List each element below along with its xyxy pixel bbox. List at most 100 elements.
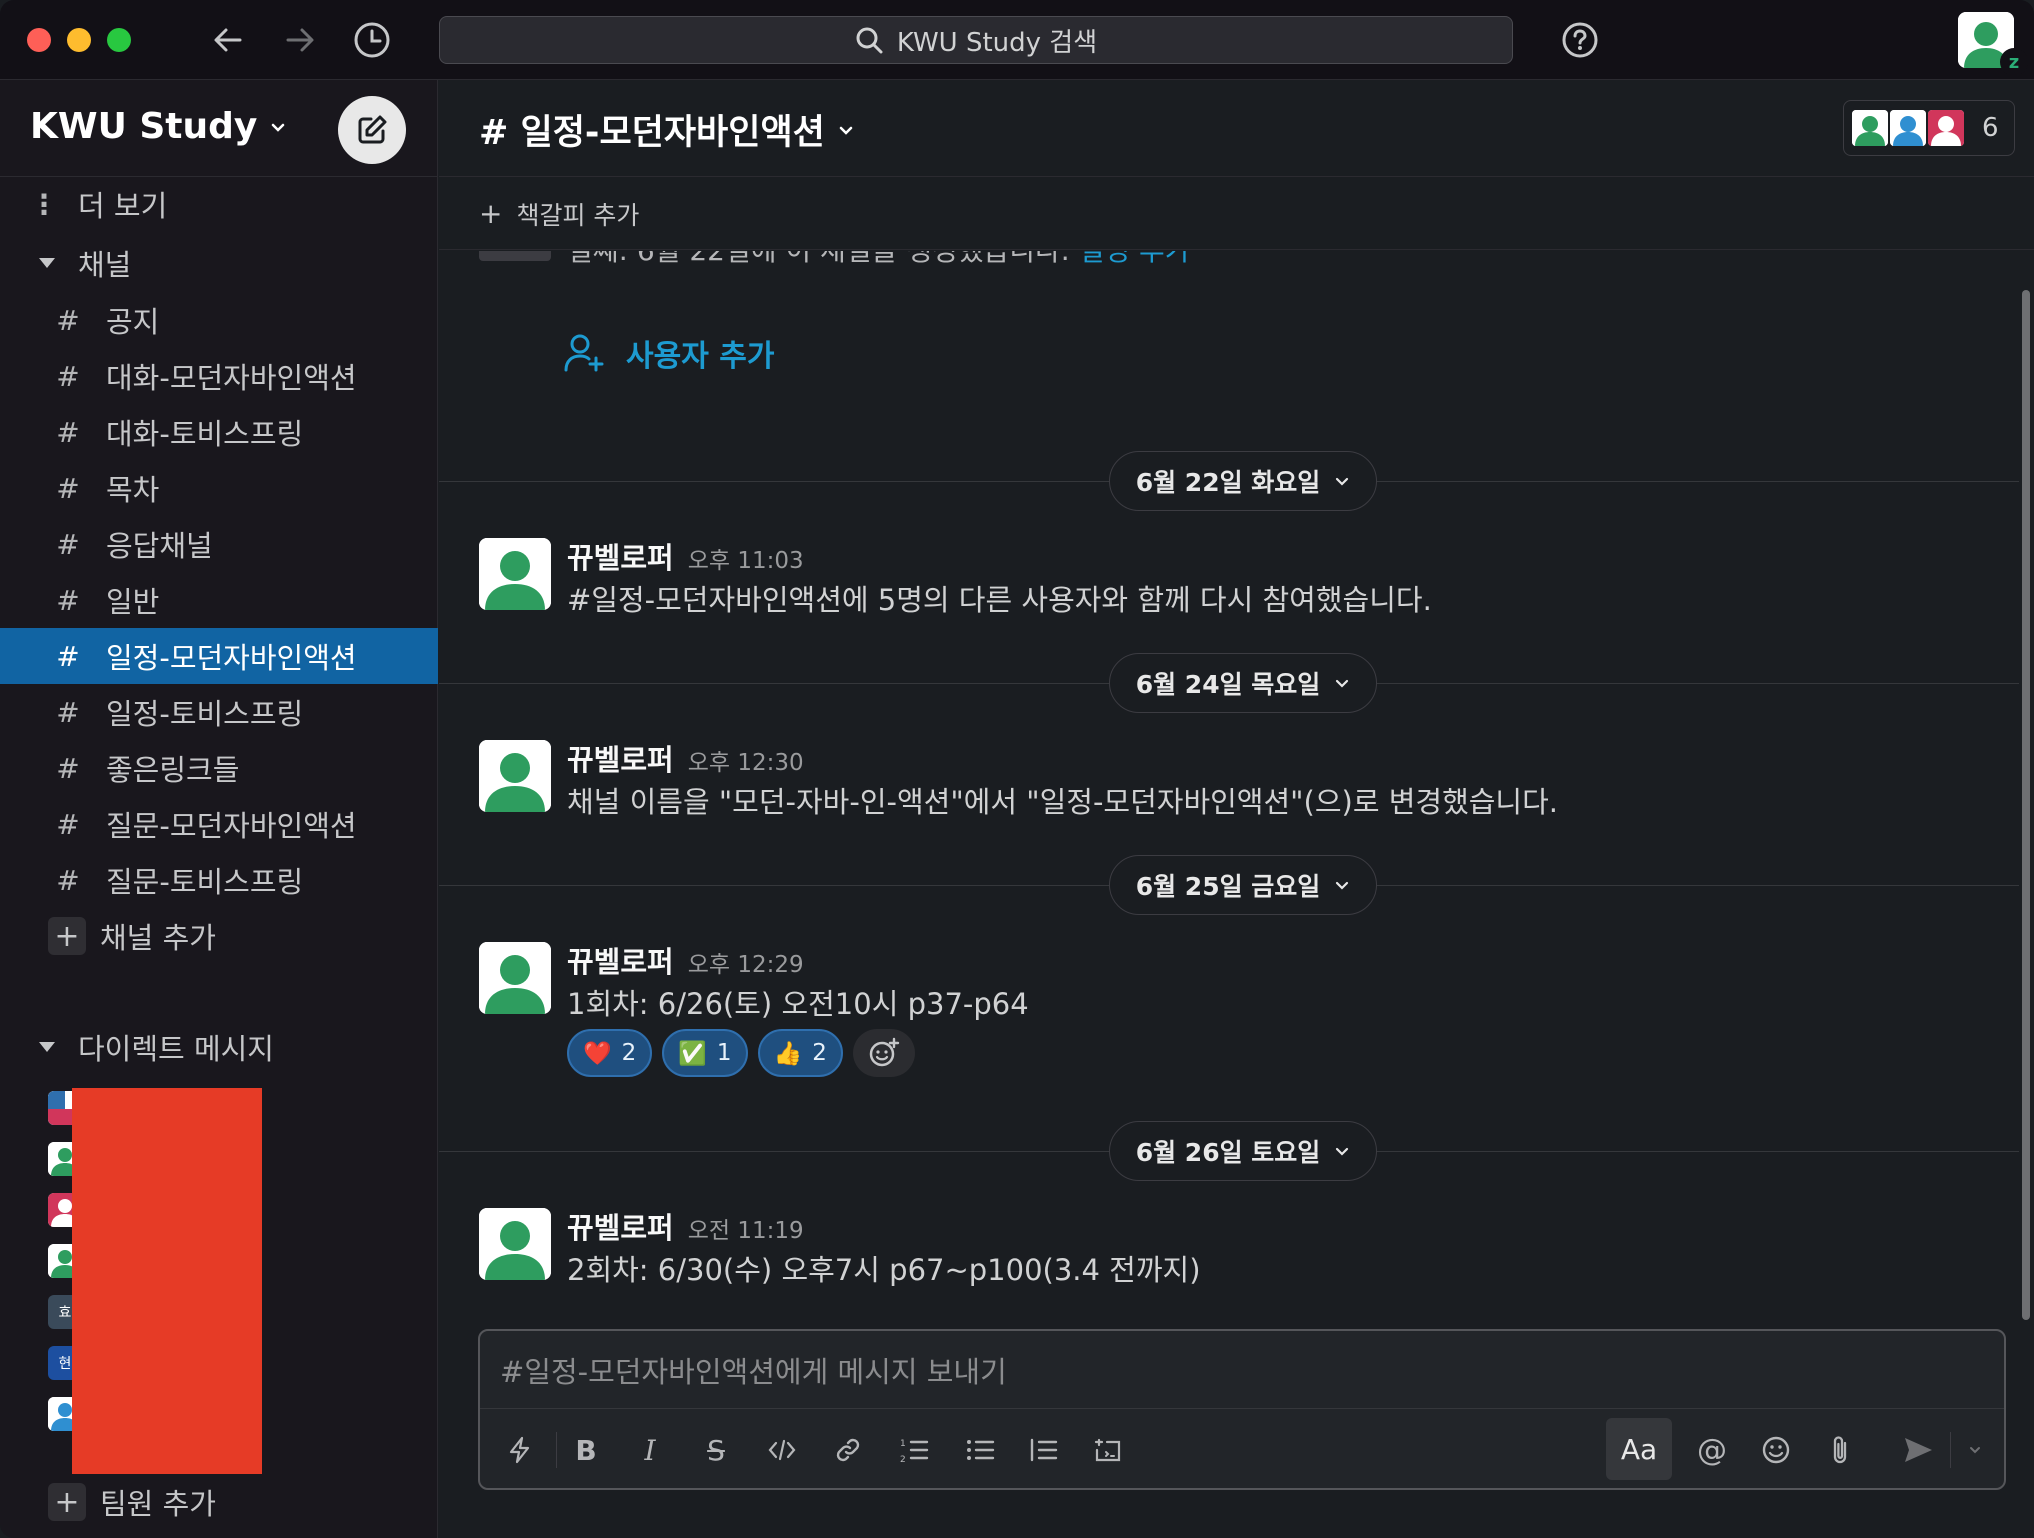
reactions-bar: ❤️ 2 ✅ 1 👍 2 [567,1029,915,1077]
channel-label: 대화-토비스프링 [106,417,304,451]
channel-intro-avatar [479,251,551,261]
add-description-link[interactable]: 설명 추가 [1079,251,1191,267]
history-button[interactable] [350,18,394,62]
send-options-button[interactable] [1958,1428,1992,1472]
message-avatar[interactable] [479,538,551,610]
sidebar-channel[interactable]: # 공지 [0,292,438,348]
message-text: 채널 이름을 "모던-자바-인-액션"에서 "일정-모던자바인액션"(으)로 변… [567,785,1559,819]
add-user-icon [564,334,604,372]
message-avatar[interactable] [479,1208,551,1280]
add-bookmark-button[interactable]: + 책갈피 추가 [439,178,2034,250]
caret-down-icon [39,1042,55,1052]
add-reaction-button[interactable] [852,1029,915,1077]
sidebar-channel[interactable]: # 질문-토비스프링 [0,852,438,908]
zoom-window-button[interactable] [107,28,131,52]
reaction-check[interactable]: ✅ 1 [662,1029,748,1077]
add-member-button[interactable]: + 팀원 추가 [0,1474,438,1530]
day-jump-button[interactable]: 6월 24일 목요일 [1109,653,1377,713]
mention-button[interactable]: @ [1690,1428,1734,1472]
author-name: 뀨벨로퍼 [567,945,674,979]
add-user-button[interactable]: 사용자 추가 [564,331,774,375]
compose-button[interactable] [338,96,406,164]
close-window-button[interactable] [27,28,51,52]
members-button[interactable]: 6 [1843,100,2015,156]
bold-button[interactable]: B [564,1428,608,1472]
caret-down-icon [39,258,55,268]
message-avatar[interactable] [479,740,551,812]
clock-icon [354,22,390,58]
message-scrollbar[interactable] [2022,290,2030,1320]
search-bar[interactable]: KWU Study 검색 [439,16,1513,64]
hash-icon: # [56,695,80,729]
hash-icon: # [56,863,80,897]
strikethrough-button[interactable]: S [694,1428,738,1472]
emoji-icon [1762,1436,1790,1464]
day-jump-button[interactable]: 6월 22일 화요일 [1109,451,1377,511]
formatting-toggle-button[interactable]: Aa [1606,1418,1672,1480]
message-author[interactable]: 뀨벨로퍼 오후 11:03 [567,535,804,577]
sidebar-channel[interactable]: # 일정-토비스프링 [0,684,438,740]
code-block-button[interactable] [1086,1428,1130,1472]
chevron-down-icon [1336,1147,1349,1156]
plus-icon: + [48,917,86,955]
message-author[interactable]: 뀨벨로퍼 오전 11:19 [567,1205,804,1247]
message-time[interactable]: 오후 12:29 [688,952,804,978]
day-label: 6월 26일 토요일 [1135,1138,1321,1167]
shortcuts-button[interactable] [498,1428,542,1472]
channels-section-label: 채널 [78,248,132,282]
channel-title-button[interactable]: # 일정-모던자바인액션 [479,104,855,155]
hash-icon: # [56,415,80,449]
add-channel-button[interactable]: + 채널 추가 [0,908,438,964]
sidebar-more-button[interactable]: ⋮ 더 보기 [0,176,438,232]
sidebar-channel[interactable]: # 좋은링크들 [0,740,438,796]
back-button[interactable] [206,18,250,62]
sidebar-channel[interactable]: # 대화-모던자바인액션 [0,348,438,404]
help-icon [1562,22,1598,58]
message-time[interactable]: 오전 11:19 [688,1218,804,1244]
sidebar-channel[interactable]: # 질문-모던자바인액션 [0,796,438,852]
send-button[interactable] [1896,1428,1940,1472]
strikethrough-icon: S [707,1433,725,1467]
ordered-list-icon: 12 [900,1439,929,1464]
channel-label: 일정-모던자바인액션 [106,641,357,675]
reaction-thumbsup[interactable]: 👍 2 [757,1029,843,1077]
sidebar-channel[interactable]: # 목차 [0,460,438,516]
dm-section-header[interactable]: 다이렉트 메시지 [0,1019,438,1075]
svg-text:1: 1 [900,1439,906,1449]
message-input[interactable]: #일정-모던자바인액션에게 메시지 보내기 [480,1331,2004,1409]
reaction-heart[interactable]: ❤️ 2 [567,1029,653,1077]
message-author[interactable]: 뀨벨로퍼 오후 12:29 [567,939,804,981]
minimize-window-button[interactable] [67,28,91,52]
ordered-list-button[interactable]: 12 [892,1428,936,1472]
plus-icon: + [479,197,503,230]
title-bar: KWU Study 검색 z [0,0,2034,80]
send-icon [1905,1438,1932,1462]
workspace-menu-button[interactable]: KWU Study [30,106,287,147]
code-icon [768,1439,796,1461]
sidebar-channel[interactable]: # 일반 [0,572,438,628]
emoji-button[interactable] [1754,1428,1798,1472]
sidebar-channel[interactable]: # 응답채널 [0,516,438,572]
member-avatar [1850,108,1890,148]
message-avatar[interactable] [479,942,551,1014]
help-button[interactable] [1558,18,1602,62]
blockquote-button[interactable] [1022,1428,1066,1472]
attach-button[interactable] [1818,1428,1862,1472]
link-button[interactable] [826,1428,870,1472]
sidebar-channel-active[interactable]: # 일정-모던자바인액션 [0,628,438,684]
message-time[interactable]: 오후 11:03 [688,548,804,574]
link-icon [836,1438,860,1462]
day-jump-button[interactable]: 6월 25일 금요일 [1109,855,1377,915]
day-label: 6월 25일 금요일 [1135,872,1321,901]
italic-button[interactable]: I [628,1428,672,1472]
message-author[interactable]: 뀨벨로퍼 오후 12:30 [567,737,804,779]
message-time[interactable]: 오후 12:30 [688,750,804,776]
bullet-list-button[interactable] [958,1428,1002,1472]
channels-section-header[interactable]: 채널 [0,235,438,291]
thumbs-up-icon: 👍 [773,1040,803,1067]
forward-button[interactable] [278,18,322,62]
sidebar-channel[interactable]: # 대화-토비스프링 [0,404,438,460]
code-button[interactable] [760,1428,804,1472]
at-icon: @ [1697,1432,1727,1468]
day-jump-button[interactable]: 6월 26일 토요일 [1109,1121,1377,1181]
